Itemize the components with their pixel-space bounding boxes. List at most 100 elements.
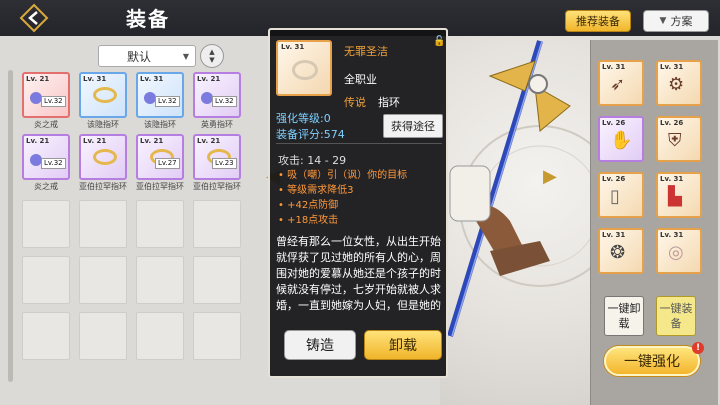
inventory-item[interactable]: Lv. 21 Lv.23 亚伯拉罕指环 bbox=[193, 134, 241, 192]
slot-level: Lv. 31 bbox=[602, 231, 626, 239]
item-name: 炎之戒 bbox=[34, 182, 58, 191]
inventory-item[interactable]: Lv. 21 Lv.32 英勇指环 bbox=[193, 72, 241, 130]
equip-slot-ring[interactable]: Lv. 31 ◎ bbox=[656, 228, 702, 274]
empty-slot[interactable] bbox=[79, 200, 127, 248]
back-button[interactable] bbox=[14, 2, 54, 34]
inventory-item[interactable]: Lv. 21 Lv.27 亚伯拉罕指环 bbox=[136, 134, 184, 192]
item-name: 该隐指环 bbox=[144, 120, 176, 129]
inventory-item[interactable]: Lv. 21 Lv.32 炎之戒 bbox=[22, 134, 70, 192]
inventory-scrollbar[interactable] bbox=[8, 70, 13, 382]
sort-dropdown[interactable]: 默认 ▼ bbox=[98, 45, 196, 67]
item-compare-level: Lv.32 bbox=[212, 96, 237, 107]
empty-slot[interactable] bbox=[136, 200, 184, 248]
empty-slot[interactable] bbox=[79, 312, 127, 360]
detail-description[interactable]: 曾经有那么一位女性，从出生开始就俘获了见过她的所有人的心，周围对她的爱慕从她还是… bbox=[276, 234, 444, 312]
detail-item-name: 无罪圣洁 bbox=[344, 45, 388, 58]
inventory-item[interactable]: Lv. 21 亚伯拉罕指环 bbox=[79, 134, 127, 192]
inventory-item[interactable]: Lv. 31 Lv.32 该隐指环 bbox=[136, 72, 184, 130]
equip-slot-armor[interactable]: Lv. 26 ⛨ bbox=[656, 116, 702, 162]
detail-properties: • 吸（嘲）引（讽）你的目标 • 等级需求降低3 • +42点防御 • +18点… bbox=[278, 168, 407, 228]
item-icon: Lv. 21 Lv.32 bbox=[193, 72, 241, 118]
greaves-icon: ▯ bbox=[610, 186, 620, 207]
lock-icon[interactable]: 🔓 bbox=[433, 36, 445, 47]
property-line: • 等级需求降低3 bbox=[278, 185, 354, 196]
slot-level: Lv. 26 bbox=[660, 119, 684, 127]
boots-icon: ▙ bbox=[668, 186, 682, 207]
item-level: Lv. 31 bbox=[140, 75, 164, 83]
unload-button[interactable]: 卸载 bbox=[364, 330, 442, 360]
property-line: • +18点攻击 bbox=[278, 215, 339, 226]
detail-item-level: Lv. 31 bbox=[281, 43, 305, 51]
item-level: Lv. 21 bbox=[197, 137, 221, 145]
property-line: • 吸（嘲）引（讽）你的目标 bbox=[278, 170, 408, 181]
dark-weapon-icon: ➶ bbox=[610, 74, 626, 95]
item-level: Lv. 21 bbox=[26, 75, 50, 83]
item-level: Lv. 21 bbox=[83, 137, 107, 145]
unequip-all-button[interactable]: 一键卸载 bbox=[604, 296, 644, 336]
item-name: 亚伯拉罕指环 bbox=[136, 182, 184, 191]
item-icon: Lv. 21 Lv.32 bbox=[22, 72, 70, 118]
item-level: Lv. 31 bbox=[83, 75, 107, 83]
equip-slot-amulet[interactable]: Lv. 31 ❂ bbox=[598, 228, 644, 274]
equip-slot-gloves[interactable]: Lv. 26 ✋ bbox=[598, 116, 644, 162]
empty-slot[interactable] bbox=[136, 256, 184, 304]
equip-slot-weapon[interactable]: Lv. 31 ➶ bbox=[598, 60, 644, 106]
page-title: 装备 bbox=[126, 7, 170, 31]
forge-button[interactable]: 铸造 bbox=[284, 330, 356, 360]
item-compare-level: Lv.32 bbox=[155, 96, 180, 107]
item-level: Lv. 21 bbox=[140, 137, 164, 145]
chevron-down-icon: ▼ bbox=[659, 16, 667, 26]
item-name: 亚伯拉罕指环 bbox=[193, 182, 241, 191]
amulet-icon: ❂ bbox=[610, 242, 626, 263]
gloves-icon: ✋ bbox=[610, 130, 633, 151]
obtain-source-button[interactable]: 获得途径 bbox=[383, 114, 443, 138]
empty-slot[interactable] bbox=[79, 256, 127, 304]
item-icon: Lv. 21 Lv.23 bbox=[193, 134, 241, 180]
armor-icon: ⛨ bbox=[668, 130, 682, 151]
character-preview bbox=[430, 36, 621, 405]
item-icon: Lv. 21 Lv.32 bbox=[22, 134, 70, 180]
item-compare-level: Lv.32 bbox=[41, 158, 66, 169]
next-arrow-icon[interactable]: ▶ bbox=[543, 166, 557, 187]
equip-slot-greaves[interactable]: Lv. 26 ▯ bbox=[598, 172, 644, 218]
item-name: 英勇指环 bbox=[201, 120, 233, 129]
empty-slot[interactable] bbox=[193, 200, 241, 248]
sort-order-toggle[interactable]: ▲ ▼ bbox=[200, 44, 224, 68]
recommend-equipment-button[interactable]: 推荐装备 bbox=[565, 10, 631, 32]
sort-dropdown-value: 默认 bbox=[127, 49, 152, 64]
empty-slot[interactable] bbox=[22, 312, 70, 360]
equip-all-button[interactable]: 一键装备 bbox=[656, 296, 696, 336]
item-compare-level: Lv.27 bbox=[155, 158, 180, 169]
item-icon: Lv. 21 bbox=[79, 134, 127, 180]
detail-item-quality: 传说 bbox=[344, 96, 366, 109]
empty-slot[interactable] bbox=[136, 312, 184, 360]
empty-slot[interactable] bbox=[193, 312, 241, 360]
slot-level: Lv. 31 bbox=[602, 63, 626, 71]
plan-button-label: 方案 bbox=[670, 15, 693, 28]
item-name: 炎之戒 bbox=[34, 120, 58, 129]
slot-level: Lv. 26 bbox=[602, 175, 626, 183]
arrow-down-icon: ▼ bbox=[209, 56, 215, 64]
arrow-up-icon: ▲ bbox=[209, 48, 215, 56]
ring-icon bbox=[93, 149, 117, 165]
inventory-item[interactable]: Lv. 31 该隐指环 bbox=[79, 72, 127, 130]
empty-slot[interactable] bbox=[22, 256, 70, 304]
empty-slot[interactable] bbox=[22, 200, 70, 248]
item-compare-level: Lv.32 bbox=[41, 96, 66, 107]
chevron-down-icon: ▼ bbox=[182, 51, 189, 61]
slot-level: Lv. 31 bbox=[660, 231, 684, 239]
equip-slot-boots[interactable]: Lv. 31 ▙ bbox=[656, 172, 702, 218]
inventory-panel: Lv. 21 Lv.32 炎之戒 Lv. 31 该隐指环 Lv. 31 Lv.3… bbox=[22, 72, 252, 360]
slot-level: Lv. 26 bbox=[602, 119, 626, 127]
item-compare-level: Lv.23 bbox=[212, 158, 237, 169]
equip-slot-ornament[interactable]: Lv. 31 ⚙ bbox=[656, 60, 702, 106]
detail-item-type: 指环 bbox=[378, 96, 400, 109]
detail-item-icon: Lv. 31 bbox=[276, 40, 332, 96]
empty-slot[interactable] bbox=[193, 256, 241, 304]
detail-attack-stat: 攻击: 14 - 29 bbox=[278, 154, 347, 167]
plan-button[interactable]: ▼ 方案 bbox=[643, 10, 709, 32]
ring-icon bbox=[292, 60, 318, 80]
inventory-item[interactable]: Lv. 21 Lv.32 炎之戒 bbox=[22, 72, 70, 130]
divider bbox=[276, 143, 442, 144]
enhance-all-button[interactable]: 一键强化 bbox=[604, 346, 700, 376]
